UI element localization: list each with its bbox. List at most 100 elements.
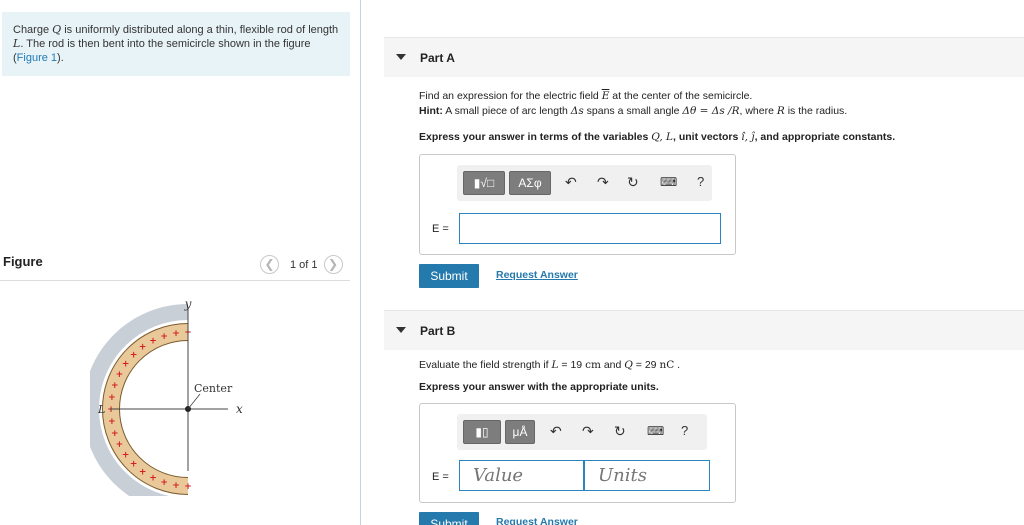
center-label: Center bbox=[194, 382, 233, 395]
answer-label: E = bbox=[432, 223, 449, 235]
charge-plus: + bbox=[139, 467, 147, 477]
charge-plus: + bbox=[122, 360, 130, 370]
question-text: Evaluate the field strength if bbox=[419, 359, 552, 371]
hint-text: , where bbox=[739, 105, 777, 117]
question-text: Find an expression for the electric fiel… bbox=[419, 90, 602, 102]
units-field[interactable] bbox=[585, 461, 709, 490]
reset-icon[interactable]: ↻ bbox=[614, 423, 626, 439]
units-input[interactable] bbox=[584, 460, 710, 491]
instruction-math: Q, L bbox=[651, 131, 673, 143]
charge-plus: + bbox=[111, 429, 119, 439]
charge-plus: + bbox=[139, 343, 147, 353]
submit-button[interactable]: Submit bbox=[419, 512, 479, 525]
intro-text: ). bbox=[57, 52, 64, 64]
hint-math: R bbox=[776, 105, 785, 117]
charge-plus: + bbox=[108, 417, 116, 427]
part-a-instructions: Express your answer in terms of the vari… bbox=[419, 131, 895, 143]
charge-plus: + bbox=[130, 459, 138, 469]
part-b-title: Part B bbox=[420, 324, 456, 338]
undo-icon[interactable]: ↶ bbox=[565, 174, 577, 190]
instruction-text: Express your answer with the appropriate… bbox=[419, 381, 659, 393]
problem-page: Charge Q is uniformly distributed along … bbox=[0, 0, 1024, 525]
instruction-text: , unit vectors bbox=[673, 131, 742, 143]
help-button[interactable]: ? bbox=[697, 174, 704, 190]
figure-counter: 1 of 1 bbox=[290, 258, 318, 271]
figure-title: Figure bbox=[3, 254, 43, 269]
intro-text: is uniformly distributed along a thin, f… bbox=[61, 24, 339, 36]
part-a-toolbar: ▮√□ ΑΣφ ↶ ↷ ↻ ⌨ ? bbox=[457, 165, 712, 201]
template-button[interactable]: ▮√□ bbox=[463, 171, 505, 195]
figure-pager: ❮ 1 of 1 ❯ bbox=[260, 255, 343, 274]
question-text: at the center of the semicircle. bbox=[609, 90, 753, 102]
submit-button[interactable]: Submit bbox=[419, 264, 479, 288]
value-field[interactable] bbox=[460, 461, 583, 490]
help-button[interactable]: ? bbox=[681, 423, 688, 439]
redo-icon[interactable]: ↷ bbox=[582, 423, 594, 439]
question-unit: cm bbox=[585, 359, 601, 371]
part-a-title: Part A bbox=[420, 51, 455, 65]
greek-button[interactable]: ΑΣφ bbox=[509, 171, 551, 195]
charge-plus: + bbox=[149, 474, 157, 484]
charge-plus: + bbox=[111, 381, 119, 391]
part-a-hint: Hint: A small piece of arc length Δs spa… bbox=[419, 105, 847, 117]
length-label: L bbox=[97, 403, 105, 416]
charge-plus: + bbox=[108, 393, 116, 403]
hint-math: Δs bbox=[570, 105, 584, 117]
charge-plus: + bbox=[172, 481, 180, 491]
part-a-answer-box: ▮√□ ΑΣφ ↶ ↷ ↻ ⌨ ? E = bbox=[419, 154, 736, 255]
figure-header: Figure ❮ 1 of 1 ❯ bbox=[0, 250, 350, 281]
collapse-triangle-icon[interactable] bbox=[396, 54, 406, 60]
part-b-answer-box: ▮▯ μÅ ↶ ↷ ↻ ⌨ ? E = bbox=[419, 403, 736, 503]
instruction-text: , and appropriate constants. bbox=[754, 131, 896, 143]
part-a-question: Find an expression for the electric fiel… bbox=[419, 90, 752, 102]
question-unit: nC bbox=[659, 359, 675, 371]
hint-text: A small piece of arc length bbox=[442, 105, 571, 117]
right-panel: Part A Find an expression for the electr… bbox=[362, 0, 1024, 525]
hint-text: is the radius. bbox=[784, 105, 848, 117]
part-b-header[interactable]: Part B bbox=[384, 310, 1024, 350]
question-text: . bbox=[674, 359, 681, 371]
question-text: = 19 bbox=[558, 359, 586, 371]
instruction-math: î, ĵ bbox=[741, 131, 755, 143]
part-b-question: Evaluate the field strength if L = 19 cm… bbox=[419, 359, 680, 371]
chevron-right-icon[interactable]: ❯ bbox=[323, 255, 343, 274]
figure-link[interactable]: Figure 1 bbox=[17, 52, 57, 64]
chevron-left-icon[interactable]: ❮ bbox=[260, 255, 279, 274]
charge-plus: + bbox=[149, 336, 157, 346]
charge-plus: + bbox=[116, 440, 124, 450]
part-a-header[interactable]: Part A bbox=[384, 37, 1024, 77]
keyboard-icon[interactable]: ⌨ bbox=[647, 423, 664, 439]
intro-text: Charge bbox=[13, 24, 53, 36]
answer-label: E = bbox=[432, 471, 449, 483]
collapse-triangle-icon[interactable] bbox=[396, 327, 406, 333]
charge-plus: + bbox=[160, 332, 168, 342]
reset-icon[interactable]: ↻ bbox=[627, 174, 639, 190]
value-input[interactable] bbox=[459, 460, 584, 491]
answer-input[interactable] bbox=[459, 213, 721, 244]
request-answer-link[interactable]: Request Answer bbox=[496, 516, 578, 525]
y-axis-label: y bbox=[184, 297, 192, 311]
left-panel: Charge Q is uniformly distributed along … bbox=[0, 0, 361, 525]
charge-plus: + bbox=[122, 450, 130, 460]
answer-field[interactable] bbox=[460, 214, 720, 243]
charge-plus: + bbox=[107, 405, 115, 415]
charge-plus: + bbox=[116, 370, 124, 380]
redo-icon[interactable]: ↷ bbox=[597, 174, 609, 190]
keyboard-icon[interactable]: ⌨ bbox=[660, 174, 677, 190]
units-button[interactable]: μÅ bbox=[505, 420, 535, 444]
charge-plus: + bbox=[130, 351, 138, 361]
request-answer-link[interactable]: Request Answer bbox=[496, 269, 578, 281]
hint-label: Hint: bbox=[419, 105, 443, 117]
charge-plus: + bbox=[184, 482, 192, 492]
part-b-instructions: Express your answer with the appropriate… bbox=[419, 381, 659, 393]
instruction-text: Express your answer in terms of the vari… bbox=[419, 131, 652, 143]
hint-text: spans a small angle bbox=[583, 105, 683, 117]
semicircle-figure: +++++++++++++++++++++ y x L Center bbox=[90, 297, 243, 496]
charge-plus: + bbox=[172, 329, 180, 339]
x-axis-label: x bbox=[236, 402, 243, 416]
template-button[interactable]: ▮▯ bbox=[463, 420, 501, 444]
intro-var-q: Q bbox=[52, 23, 62, 36]
undo-icon[interactable]: ↶ bbox=[550, 423, 562, 439]
hint-math: Δθ = Δs /R bbox=[682, 105, 740, 117]
question-text: and bbox=[600, 359, 625, 371]
